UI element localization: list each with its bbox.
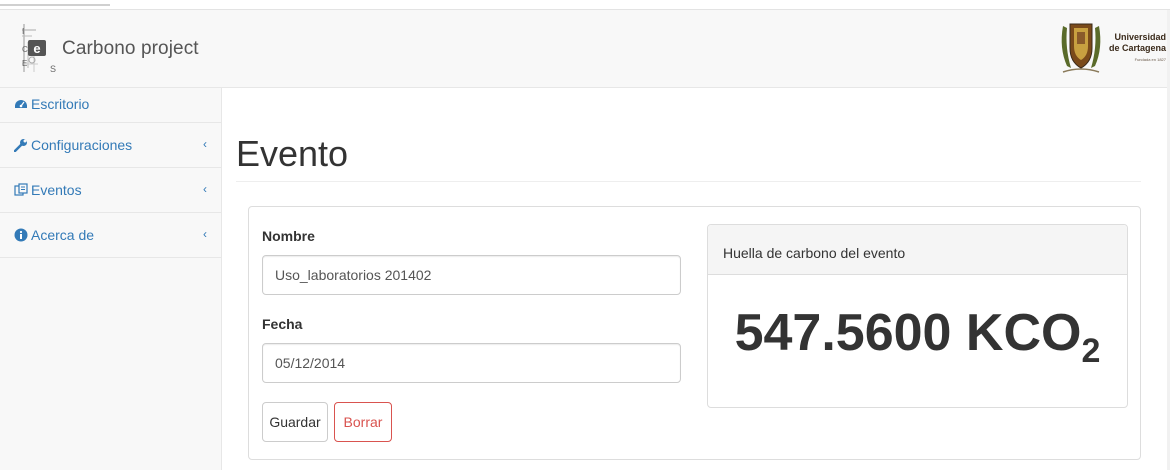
svg-text:S: S: [50, 64, 56, 74]
info-circle-icon: [14, 228, 28, 242]
sidebar-item-escritorio[interactable]: Escritorio: [0, 88, 221, 123]
title-divider: [236, 181, 1141, 182]
svg-text:e: e: [33, 41, 40, 56]
dashboard-icon: [14, 96, 28, 110]
brand-title: Carbono project: [62, 38, 199, 59]
sidebar-item-label: Escritorio: [31, 96, 90, 112]
university-founded: Fundada en 1827: [1134, 56, 1166, 62]
university-name-line1: Universidad: [1114, 31, 1166, 42]
chevron-left-icon[interactable]: ‹: [203, 182, 207, 196]
fecha-label: Fecha: [262, 316, 303, 332]
university-crest-icon: [1061, 23, 1101, 73]
wrench-icon: [13, 138, 28, 153]
nombre-label: Nombre: [262, 228, 315, 244]
carbon-footprint-panel: Huella de carbono del evento 547.5600 KC…: [707, 224, 1128, 408]
guardar-button[interactable]: Guardar: [262, 402, 328, 442]
top-navbar: e I C E S Carbono project Universidad de…: [0, 10, 1170, 88]
sidebar-item-label: Eventos: [31, 182, 82, 198]
sidebar-item-label: Acerca de: [31, 227, 95, 243]
carbon-value-subscript: 2: [1081, 332, 1101, 370]
svg-text:I: I: [22, 27, 24, 36]
university-logo: Universidad de Cartagena Fundada en 1827: [1057, 18, 1166, 78]
chevron-left-icon[interactable]: ‹: [203, 227, 207, 241]
svg-text:E: E: [22, 59, 27, 68]
borrar-button[interactable]: Borrar: [334, 402, 392, 442]
carbono-logo-icon: e I C E S: [20, 22, 58, 74]
carbon-footprint-value: 547.5600 KCO2: [708, 303, 1127, 371]
svg-text:C: C: [22, 45, 28, 54]
calendar-icon: [14, 183, 28, 197]
university-name-line2: de Cartagena: [1108, 42, 1166, 53]
sidebar-item-configuraciones[interactable]: Configuraciones ‹: [0, 123, 221, 168]
sidebar: Escritorio Configuraciones ‹ Eventos ‹ A…: [0, 88, 222, 470]
sidebar-item-label: Configuraciones: [31, 137, 133, 153]
fecha-input[interactable]: [262, 343, 681, 383]
page-title: Evento: [236, 133, 349, 174]
carbon-value-number: 547.5600 KCO: [734, 304, 1082, 362]
chevron-left-icon[interactable]: ‹: [203, 137, 207, 151]
carbon-footprint-heading: Huella de carbono del evento: [708, 225, 1127, 275]
brand[interactable]: e I C E S Carbono project: [20, 22, 199, 74]
top-strip-shade: [0, 4, 110, 6]
window-top-strip: [0, 0, 1170, 10]
nombre-input[interactable]: [262, 255, 681, 295]
sidebar-item-eventos[interactable]: Eventos ‹: [0, 168, 221, 213]
sidebar-item-acerca-de[interactable]: Acerca de ‹: [0, 213, 221, 258]
